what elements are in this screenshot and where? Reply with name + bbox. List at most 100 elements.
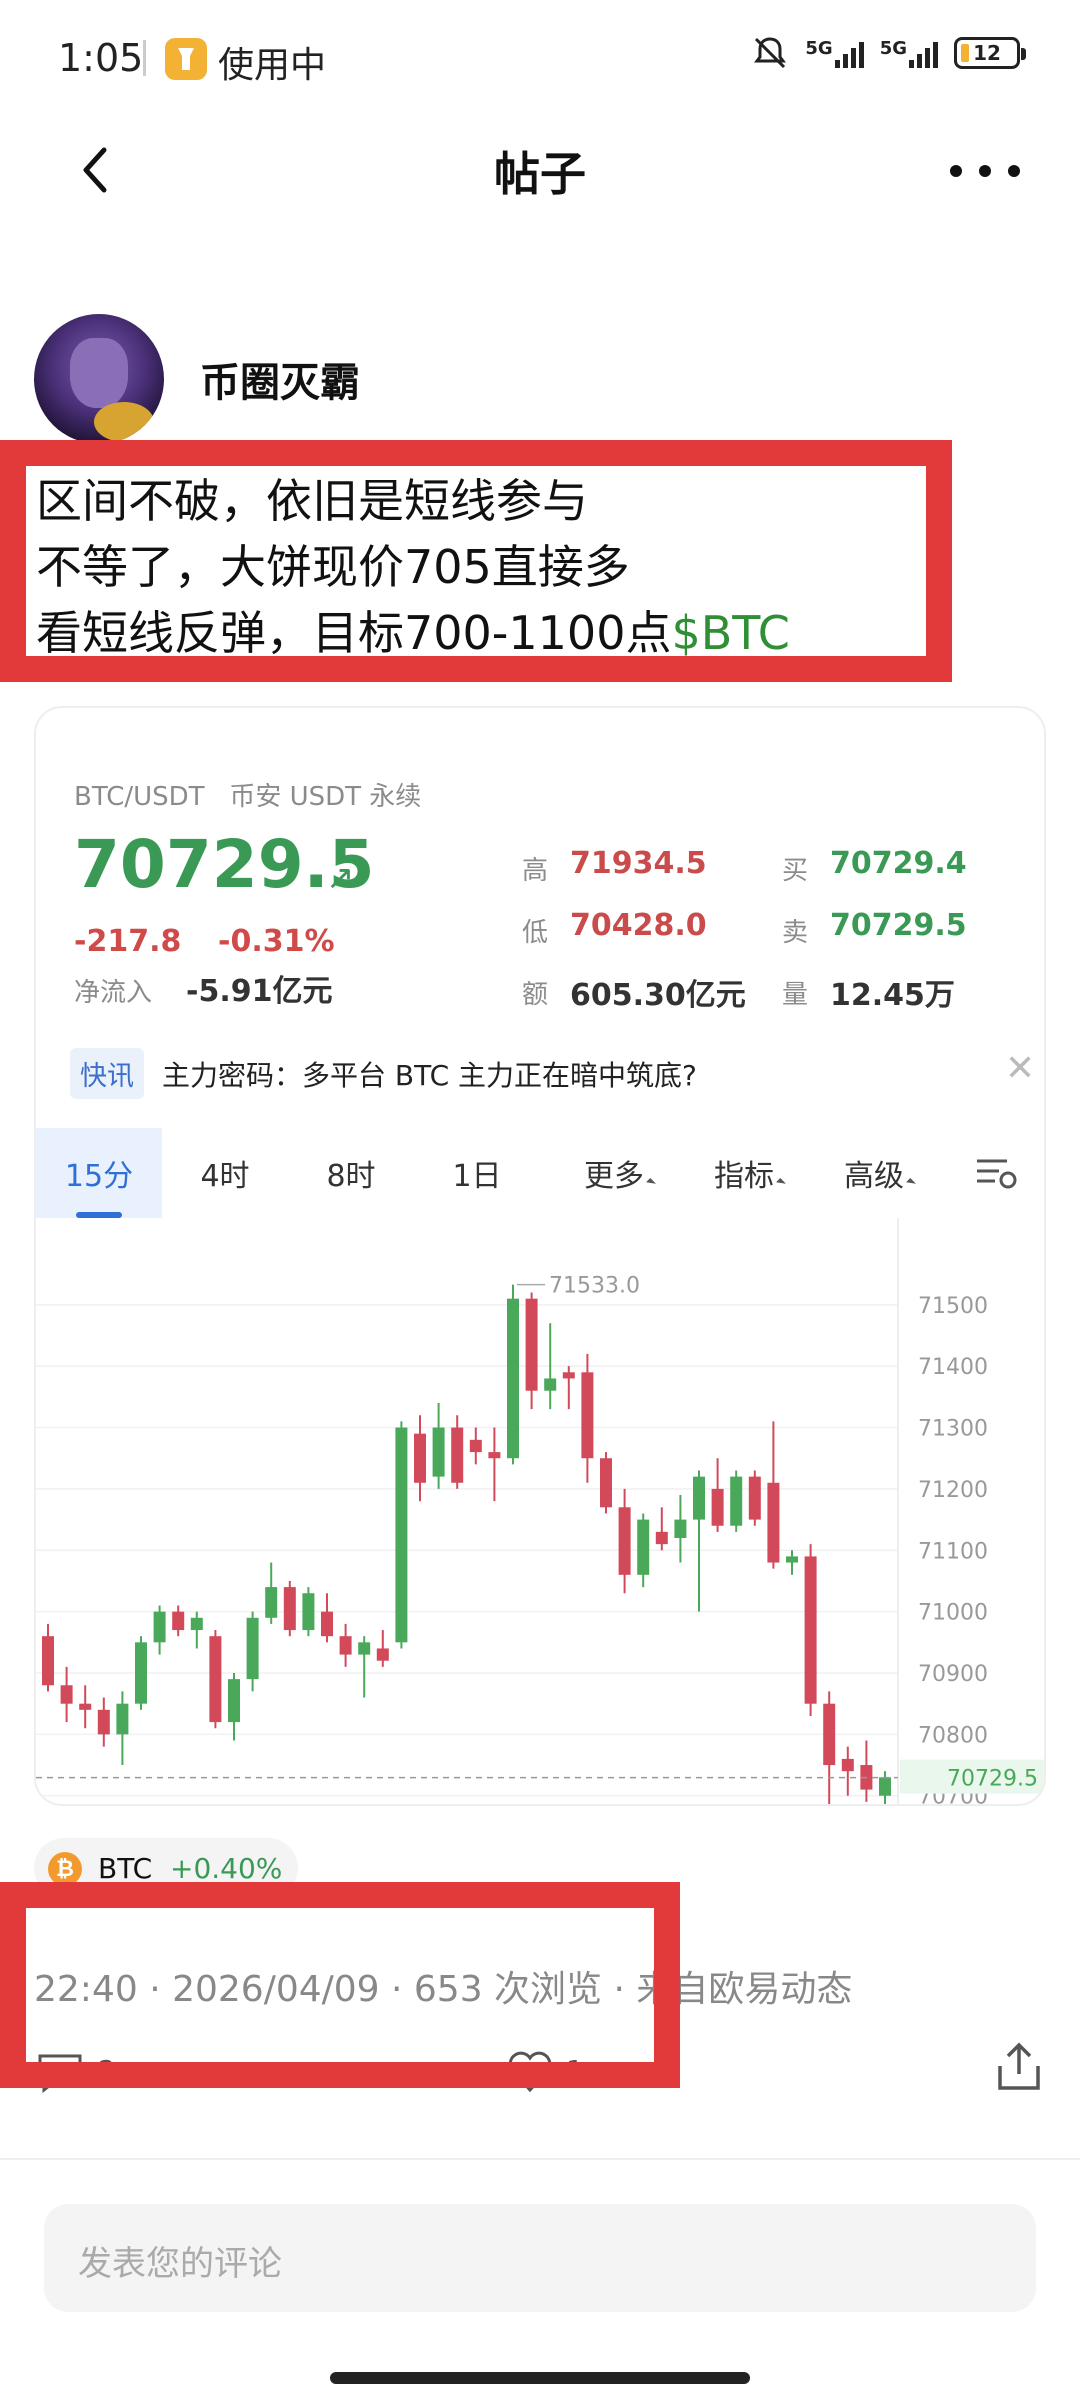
- timeframe-tabs: 15分 4时 8时 1日 更多 指标 高级: [36, 1128, 1044, 1218]
- tab-4h[interactable]: 4时: [162, 1128, 288, 1218]
- sell-value: 70729.5: [830, 908, 967, 943]
- chart-settings-icon[interactable]: [952, 1128, 1042, 1218]
- candle-body: [339, 1636, 352, 1655]
- comment-placeholder: 发表您的评论: [78, 2244, 282, 2284]
- y-tick-label: 70900: [918, 1662, 988, 1687]
- coin-symbol: BTC: [98, 1852, 153, 1885]
- candle-body: [209, 1636, 222, 1723]
- candle-body: [414, 1433, 426, 1483]
- ticker-card[interactable]: BTC/USDT 币安 USDT 永续 70729.5 ↗ -217.8 -0.…: [34, 706, 1046, 1806]
- signal-1: 5G: [805, 38, 864, 68]
- high-marker-label: 71533.0: [549, 1274, 640, 1299]
- candle-body: [618, 1507, 631, 1575]
- ticker-pair: BTC/USDT 币安 USDT 永续: [74, 782, 422, 812]
- caret-icon: [646, 1178, 656, 1188]
- page-title: 帖子: [494, 147, 586, 201]
- candle-body: [302, 1593, 315, 1631]
- signal-bars-icon: [909, 38, 938, 68]
- y-tick-label: 70800: [918, 1723, 988, 1748]
- news-tag: 快讯: [70, 1048, 144, 1099]
- tab-1d[interactable]: 1日: [414, 1128, 540, 1218]
- current-price-label: 70729.5: [947, 1767, 1038, 1792]
- ticker-change-pct: -0.31%: [218, 924, 335, 959]
- candle-body: [730, 1476, 743, 1526]
- comment-input[interactable]: 发表您的评论: [44, 2204, 1036, 2312]
- post-content: 区间不破，依旧是短线参与 不等了，大饼现价705直接多 看短线反弹，目标700-…: [36, 468, 790, 666]
- candle-body: [469, 1439, 482, 1453]
- silent-bell-icon: [754, 37, 787, 69]
- candle-body: [637, 1519, 650, 1575]
- post-tag-link[interactable]: $BTC: [671, 606, 789, 660]
- sell-label: 卖: [782, 918, 809, 948]
- candle-body: [246, 1617, 259, 1680]
- candle-body: [321, 1611, 333, 1637]
- volume-label: 量: [782, 980, 809, 1010]
- candle-body: [748, 1476, 761, 1520]
- candle-body: [265, 1587, 278, 1618]
- tab-more[interactable]: 更多: [556, 1128, 682, 1218]
- candle-body: [693, 1476, 705, 1520]
- candle-body: [879, 1777, 891, 1796]
- tab-indicators[interactable]: 指标: [686, 1128, 812, 1218]
- candle-body: [544, 1378, 557, 1391]
- tab-8h[interactable]: 8时: [288, 1128, 414, 1218]
- net-inflow-label: 净流入: [74, 978, 153, 1008]
- candle-body: [116, 1703, 129, 1735]
- avatar[interactable]: [34, 314, 164, 444]
- tab-15m[interactable]: 15分: [36, 1128, 162, 1218]
- ticker-change: -217.8: [74, 924, 182, 959]
- flashlight-icon: [165, 38, 207, 80]
- buy-value: 70729.4: [830, 846, 967, 881]
- status-usage-label: 使用中: [218, 45, 327, 86]
- candle-body: [451, 1427, 464, 1483]
- caret-icon: [776, 1178, 786, 1188]
- low-label: 低: [522, 918, 549, 948]
- coin-change: +0.40%: [170, 1852, 283, 1885]
- candle-body: [358, 1642, 371, 1655]
- share-icon[interactable]: [996, 2042, 1042, 2096]
- y-tick-label: 71100: [918, 1539, 988, 1564]
- y-tick-label: 71200: [918, 1478, 988, 1503]
- candle-body: [507, 1298, 519, 1459]
- signal-bars-icon: [834, 38, 864, 68]
- candle-body: [581, 1372, 594, 1459]
- candle-body: [600, 1458, 612, 1508]
- y-tick-label: 71300: [918, 1417, 988, 1442]
- candle-body: [153, 1611, 166, 1643]
- y-tick-label: 71500: [918, 1294, 988, 1319]
- high-label: 高: [522, 856, 549, 886]
- buy-label: 买: [782, 856, 809, 886]
- divider: [0, 2158, 1080, 2160]
- news-text[interactable]: 主力密码：多平台 BTC 主力正在暗中筑底?: [162, 1054, 697, 1094]
- candle-body: [97, 1709, 110, 1735]
- candle-body: [674, 1519, 687, 1538]
- post-line: 区间不破，依旧是短线参与: [36, 474, 588, 528]
- candle-body: [172, 1611, 185, 1631]
- candle-body: [79, 1703, 92, 1710]
- y-tick-label: 71000: [918, 1601, 988, 1626]
- high-value: 71934.5: [570, 846, 707, 881]
- author-name[interactable]: 币圈灭霸: [200, 350, 360, 408]
- arrow-up-right-icon: ↗: [326, 858, 355, 898]
- candle-body: [432, 1427, 445, 1477]
- status-separator: [143, 40, 146, 76]
- net-inflow-value: -5.91亿元: [186, 974, 333, 1009]
- news-bar[interactable]: 快讯 主力密码：多平台 BTC 主力正在暗中筑底? ✕: [70, 1048, 1035, 1108]
- candlestick-chart[interactable]: 71500 71400 71300 71200 71100 71000 70900 70800…: [36, 1218, 1046, 1806]
- volume-value: 12.45万: [830, 978, 955, 1013]
- home-indicator[interactable]: [330, 2372, 750, 2384]
- tab-advanced[interactable]: 高级: [816, 1128, 942, 1218]
- candle-body: [283, 1587, 296, 1631]
- close-icon[interactable]: ✕: [1005, 1048, 1035, 1089]
- candle-body: [804, 1556, 817, 1704]
- caret-icon: [906, 1178, 916, 1188]
- candle-body: [228, 1679, 240, 1723]
- bitcoin-icon: ₿: [48, 1852, 82, 1886]
- more-icon[interactable]: [950, 146, 1020, 196]
- candle-body: [562, 1372, 575, 1379]
- status-bar: 1:05 使用中 5G 5G 12: [0, 0, 1080, 120]
- status-icons: 5G 5G 12: [751, 34, 1026, 72]
- amount-label: 额: [522, 980, 549, 1010]
- candle-body: [525, 1298, 538, 1391]
- post-line: 不等了，大饼现价705直接多: [36, 540, 630, 594]
